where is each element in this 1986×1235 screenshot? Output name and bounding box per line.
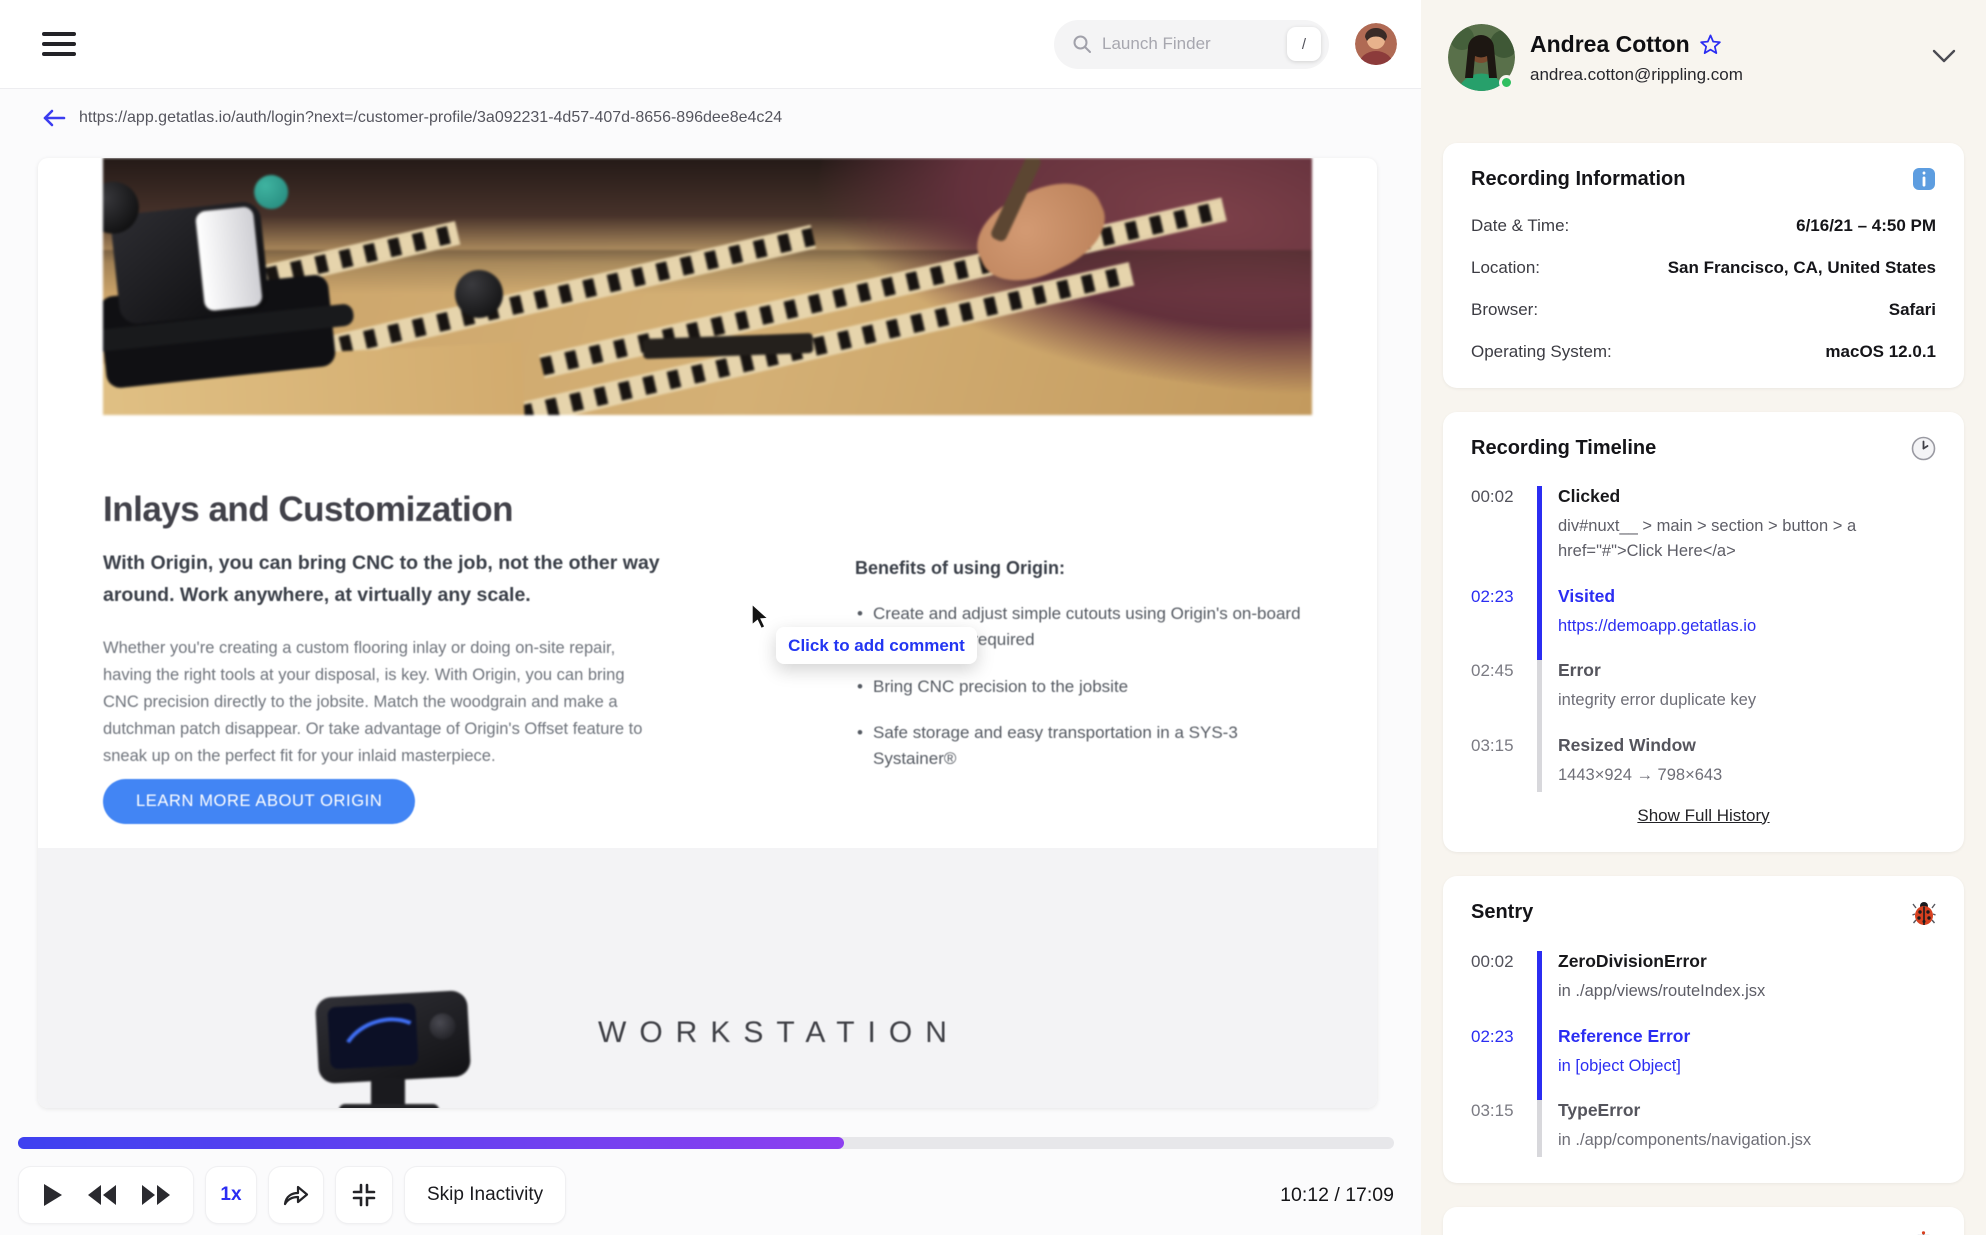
- transport-controls: [18, 1166, 194, 1224]
- rewind-icon: [88, 1185, 116, 1205]
- workstation-wordmark: WORKSTATION: [598, 1016, 960, 1049]
- hero-image: [103, 158, 1312, 415]
- sentry-event[interactable]: 00:02 ZeroDivisionError in ./app/views/r…: [1471, 950, 1936, 1026]
- sentry-card: Sentry 00:02 ZeroDivisionError in ./app/…: [1443, 875, 1964, 1183]
- benefits-heading: Benefits of using Origin:: [855, 558, 1065, 578]
- play-icon: [44, 1184, 62, 1206]
- fast-forward-icon: [142, 1185, 170, 1205]
- timeline-event[interactable]: 02:45 Error integrity error duplicate ke…: [1471, 660, 1936, 735]
- recorded-page-content: Inlays and Customization With Origin, yo…: [38, 415, 1377, 848]
- fast-forward-button[interactable]: [136, 1179, 176, 1211]
- pointer-cursor-icon: [750, 602, 776, 636]
- online-status-dot: [1499, 75, 1514, 90]
- profile-email: andrea.cotton@rippling.com: [1530, 64, 1743, 84]
- user-avatar[interactable]: [1355, 23, 1397, 65]
- ladybug-icon: [1912, 901, 1936, 925]
- comment-tooltip-label: Click to add comment: [788, 635, 965, 655]
- back-arrow-icon[interactable]: [42, 108, 66, 128]
- playback-speed-button[interactable]: 1x: [205, 1166, 257, 1224]
- collapse-view-button[interactable]: [335, 1166, 393, 1224]
- timeline-event[interactable]: 00:02 Clicked div#nuxt__ > main > sectio…: [1471, 486, 1936, 586]
- workstation-section: WORKSTATION: [38, 848, 1377, 1108]
- comment-tooltip[interactable]: Click to add comment: [776, 627, 977, 664]
- play-button[interactable]: [36, 1178, 68, 1212]
- progress-bar[interactable]: [18, 1137, 1394, 1149]
- session-url: https://app.getatlas.io/auth/login?next=…: [79, 109, 783, 126]
- player-pane: / https://app.getatlas.io/auth/login?nex…: [0, 0, 1421, 1235]
- search-bar[interactable]: /: [1054, 19, 1329, 69]
- timeline-card: Recording Timeline 00:02 Clicked div#nux…: [1443, 412, 1964, 852]
- share-button[interactable]: [268, 1166, 324, 1224]
- info-row: Date & Time: 6/16/21 – 4:50 PM: [1471, 216, 1936, 235]
- card-title: Recording Information: [1471, 167, 1686, 190]
- timeline-event[interactable]: 03:15 Resized Window 1443×924 → 798×643: [1471, 735, 1936, 792]
- chevron-down-icon: [1932, 49, 1956, 63]
- profile-avatar: [1448, 24, 1515, 91]
- search-input[interactable]: [1102, 34, 1277, 54]
- details-sidebar: Andrea Cotton andrea.cotton@rippling.com…: [1421, 0, 1986, 1235]
- sentry-event[interactable]: 02:23 Reference Error in [object Object]: [1471, 1025, 1936, 1101]
- menu-button[interactable]: [38, 28, 80, 60]
- robot-icon: [1917, 1231, 1930, 1235]
- skip-inactivity-button[interactable]: Skip Inactivity: [404, 1166, 567, 1224]
- list-item: Safe storage and easy transportation in …: [855, 720, 1325, 773]
- info-row: Location: San Francisco, CA, United Stat…: [1471, 258, 1936, 277]
- star-icon[interactable]: [1699, 33, 1722, 56]
- card-title: Recording Timeline: [1471, 437, 1657, 459]
- info-row: Operating System: macOS 12.0.1: [1471, 342, 1936, 361]
- info-icon: [1913, 168, 1935, 190]
- recording-info-card: Recording Information Date & Time: 6/16/…: [1443, 143, 1964, 388]
- url-bar: https://app.getatlas.io/auth/login?next=…: [42, 108, 782, 128]
- timeline-event[interactable]: 02:23 Visited https://demoapp.getatlas.i…: [1471, 585, 1936, 661]
- topbar: /: [0, 0, 1421, 89]
- learn-more-button[interactable]: LEARN MORE ABOUT ORIGIN: [103, 779, 416, 824]
- collapse-panel-button[interactable]: [1926, 43, 1962, 72]
- profile-name: Andrea Cotton: [1530, 30, 1690, 57]
- search-icon: [1073, 35, 1091, 53]
- list-item: Bring CNC precision to the jobsite: [855, 674, 1325, 701]
- profile-header: Andrea Cotton andrea.cotton@rippling.com: [1443, 15, 1964, 100]
- clock-icon: [1911, 436, 1936, 461]
- collapse-icon: [352, 1183, 376, 1207]
- recording-viewport: Inlays and Customization With Origin, yo…: [38, 158, 1377, 1108]
- intro-body-paragraph: Whether you're creating a custom floorin…: [103, 639, 643, 765]
- cnc-router-graphic: [103, 158, 400, 415]
- share-arrow-icon: [283, 1185, 309, 1206]
- intro-bold-paragraph: With Origin, you can bring CNC to the jo…: [103, 552, 660, 606]
- console-card: Console: [1443, 1207, 1964, 1235]
- playback-timecode: 10:12 / 17:09: [1280, 1183, 1394, 1206]
- card-title: Sentry: [1471, 901, 1534, 924]
- page-title: Inlays and Customization: [103, 490, 514, 529]
- show-full-history-link[interactable]: Show Full History: [1637, 806, 1769, 826]
- sentry-event[interactable]: 03:15 TypeError in ./app/components/navi…: [1471, 1100, 1936, 1157]
- workstation-device-graphic: [314, 990, 497, 1108]
- session-replay-app: / https://app.getatlas.io/auth/login?nex…: [0, 0, 1986, 1235]
- player-controls: 1x Skip Inactivity 10:12 / 17:09: [18, 1166, 1394, 1224]
- slash-key: /: [1287, 27, 1321, 61]
- info-row: Browser: Safari: [1471, 300, 1936, 319]
- progress-fill: [18, 1137, 844, 1149]
- rewind-button[interactable]: [82, 1179, 122, 1211]
